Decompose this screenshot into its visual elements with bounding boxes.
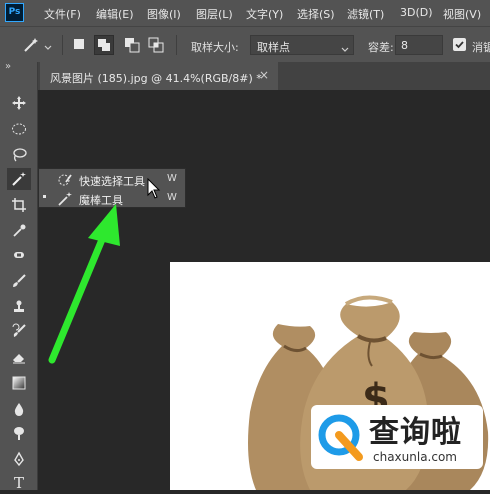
flyout-item-label: 快速选择工具 xyxy=(79,175,145,188)
menu-3d[interactable]: 3D(D) xyxy=(400,6,433,19)
eyedropper-tool-icon[interactable] xyxy=(7,220,31,242)
move-tool-icon[interactable] xyxy=(7,92,31,114)
pen-tool-icon[interactable] xyxy=(7,448,31,470)
divider xyxy=(176,35,177,55)
sample-size-value: 取样点 xyxy=(257,41,290,54)
sample-size-label: 取样大小: xyxy=(191,41,239,54)
mouse-cursor-icon xyxy=(147,178,161,199)
chevron-down-icon xyxy=(341,43,349,56)
antialias-checkbox[interactable] xyxy=(453,38,466,51)
tolerance-label: 容差: xyxy=(368,41,394,54)
menu-select[interactable]: 选择(S) xyxy=(297,6,335,22)
flyout-shortcut: W xyxy=(167,173,177,184)
antialias-label: 消锯 xyxy=(472,41,490,54)
menu-view[interactable]: 视图(V) xyxy=(443,6,481,22)
crop-tool-icon[interactable] xyxy=(7,194,31,216)
checkmark-icon xyxy=(455,41,464,49)
flyout-item-quick-selection[interactable]: 快速选择工具 W xyxy=(39,170,185,189)
search-logo-icon xyxy=(318,414,363,461)
magic-wand-preset-icon[interactable] xyxy=(22,36,40,57)
intersect-selection-icon[interactable] xyxy=(148,37,164,56)
photoshop-logo[interactable]: Ps xyxy=(5,3,24,22)
collapse-panel-icon[interactable]: » xyxy=(5,61,11,72)
clone-stamp-tool-icon[interactable] xyxy=(7,296,31,318)
menu-file[interactable]: 文件(F) xyxy=(44,6,81,22)
menu-image[interactable]: 图像(I) xyxy=(147,6,181,22)
new-selection-icon[interactable] xyxy=(74,39,84,49)
active-tool-bullet-icon xyxy=(43,195,46,198)
flyout-shortcut: W xyxy=(167,192,177,203)
marquee-tool-icon[interactable] xyxy=(7,118,31,140)
eraser-tool-icon[interactable] xyxy=(7,346,31,368)
options-bar: 取样大小: 取样点 容差: 8 消锯 xyxy=(0,26,490,62)
watermark-title: 查询啦 xyxy=(369,415,462,450)
tolerance-value: 8 xyxy=(401,39,408,52)
magic-wand-tool-icon[interactable] xyxy=(7,168,31,190)
menu-edit[interactable]: 编辑(E) xyxy=(96,6,134,22)
chevron-down-icon[interactable] xyxy=(44,41,52,54)
add-to-selection-button[interactable] xyxy=(94,35,114,55)
blur-tool-icon[interactable] xyxy=(7,398,31,420)
green-arrow-annotation-icon xyxy=(48,204,120,364)
menu-layer[interactable]: 图层(L) xyxy=(196,6,233,22)
add-selection-icon-part xyxy=(102,43,110,51)
menu-filter[interactable]: 滤镜(T) xyxy=(347,6,384,22)
close-icon[interactable]: × xyxy=(259,68,269,82)
healing-brush-tool-icon[interactable] xyxy=(7,244,31,266)
tolerance-input[interactable]: 8 xyxy=(395,35,443,55)
gradient-tool-icon[interactable] xyxy=(7,372,31,394)
watermark-badge: 查询啦 chaxunla.com xyxy=(311,405,483,469)
menu-type[interactable]: 文字(Y) xyxy=(246,6,283,22)
type-tool-icon[interactable]: T xyxy=(7,472,31,494)
brush-tool-icon[interactable] xyxy=(7,270,31,292)
lasso-tool-icon[interactable] xyxy=(7,144,31,166)
watermark-url: chaxunla.com xyxy=(373,450,457,464)
subtract-from-selection-icon[interactable] xyxy=(124,37,140,56)
document-tab[interactable]: 风景图片 (185).jpg @ 41.4%(RGB/8#) * × xyxy=(40,62,278,90)
history-brush-tool-icon[interactable] xyxy=(7,320,31,342)
tools-panel: » T xyxy=(0,61,38,492)
sample-size-select[interactable]: 取样点 xyxy=(250,35,354,55)
document-tab-title: 风景图片 (185).jpg @ 41.4%(RGB/8#) * xyxy=(50,72,262,85)
divider xyxy=(62,35,63,55)
dodge-tool-icon[interactable] xyxy=(7,422,31,444)
menu-bar: Ps 文件(F) 编辑(E) 图像(I) 图层(L) 文字(Y) 选择(S) 滤… xyxy=(0,0,490,26)
